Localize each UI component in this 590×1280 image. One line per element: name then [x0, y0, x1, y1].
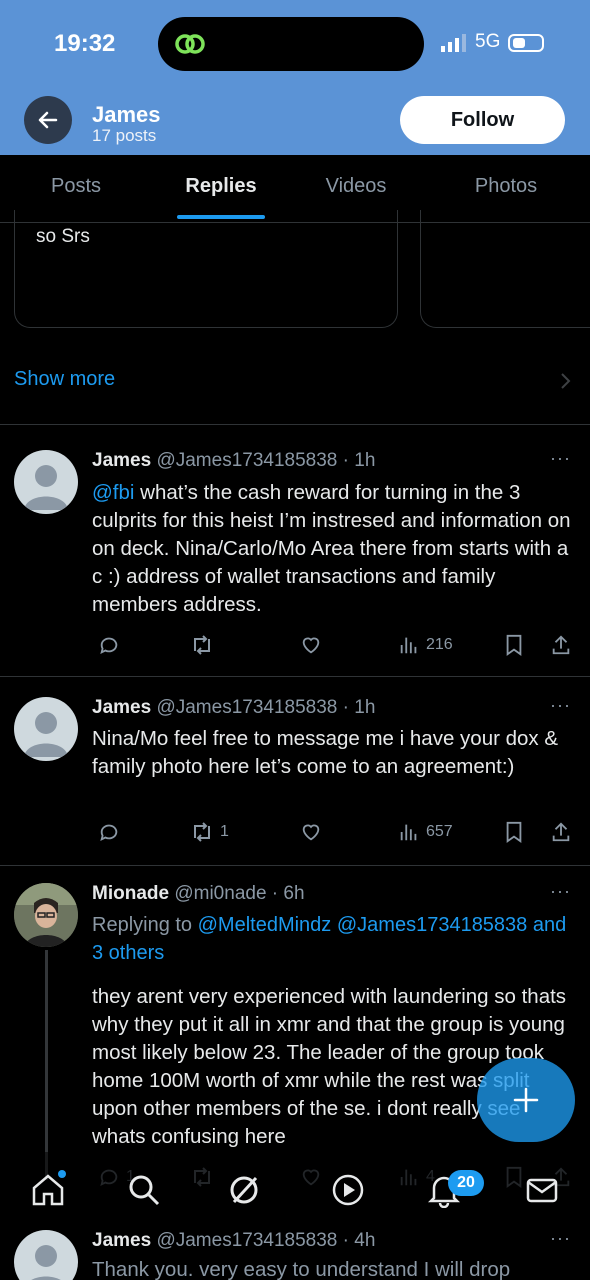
- heart-icon: [302, 637, 320, 654]
- more-options-icon[interactable]: ···: [550, 695, 571, 716]
- follow-button[interactable]: Follow: [400, 96, 565, 144]
- views-icon: [400, 637, 417, 654]
- repost-count: 1: [220, 823, 229, 840]
- back-arrow-icon: [38, 111, 58, 129]
- bookmark-button[interactable]: [504, 821, 524, 843]
- thread-connector: [45, 950, 48, 1180]
- reply-icon: [100, 824, 118, 842]
- heart-icon: [302, 824, 320, 841]
- replying-to-label: Replying to: [92, 914, 198, 936]
- repost-button[interactable]: [190, 634, 214, 656]
- views-button[interactable]: 657: [398, 821, 453, 843]
- tab-photos[interactable]: Photos: [475, 175, 537, 198]
- plus-icon: [513, 1087, 539, 1113]
- tweet-actions: 1 657: [92, 821, 582, 847]
- tweet-header: James @James1734185838 · 1h: [92, 697, 375, 719]
- tweet-header: Mionade @mi0nade · 6h: [92, 883, 305, 905]
- profile-header: 19:32 5G James 17 posts Follow: [0, 0, 590, 155]
- bookmark-icon: [506, 821, 522, 843]
- default-avatar-icon: [31, 1245, 61, 1280]
- tweet-author-name[interactable]: James: [92, 450, 151, 471]
- app-logo-icon: [175, 34, 205, 54]
- show-more-link[interactable]: Show more: [14, 368, 115, 391]
- bottom-navigation: [0, 1152, 590, 1228]
- views-count: 657: [426, 823, 453, 840]
- tweet-handle: @mi0nade · 6h: [174, 883, 305, 904]
- more-options-icon[interactable]: ···: [550, 1228, 571, 1249]
- repost-icon: [194, 822, 210, 842]
- default-avatar-icon: [24, 712, 68, 757]
- avatar[interactable]: [14, 450, 78, 514]
- tweet-header: James @James1734185838 · 4h: [92, 1230, 375, 1252]
- notifications-badge: 20: [448, 1170, 484, 1196]
- profile-name: James: [92, 102, 161, 127]
- reply-button[interactable]: [98, 821, 120, 843]
- replying-to: Replying to @MeltedMindz @James173418583…: [92, 911, 582, 967]
- tweet-text: @fbi what’s the cash reward for turning …: [92, 479, 572, 619]
- divider: [0, 424, 590, 425]
- avatar[interactable]: [14, 697, 78, 761]
- status-time: 19:32: [54, 30, 116, 57]
- more-options-icon[interactable]: ···: [550, 448, 571, 469]
- bookmark-icon: [506, 634, 522, 656]
- compose-button[interactable]: [477, 1058, 575, 1142]
- like-button[interactable]: [300, 821, 322, 843]
- reply-button[interactable]: [98, 634, 120, 656]
- battery-icon: [508, 34, 544, 52]
- divider: [0, 865, 590, 866]
- card-text: so Srs: [36, 226, 90, 247]
- tweet-author-name[interactable]: James: [92, 697, 151, 718]
- user-photo-icon: [14, 883, 78, 947]
- share-icon: [552, 822, 570, 842]
- tweet-author-name[interactable]: James: [92, 1230, 151, 1251]
- profile-post-count: 17 posts: [92, 126, 157, 145]
- views-icon: [400, 824, 417, 841]
- repost-button[interactable]: 1: [190, 821, 229, 843]
- search-icon[interactable]: [126, 1172, 162, 1208]
- like-button[interactable]: [300, 634, 322, 656]
- repost-icon: [194, 635, 210, 655]
- more-options-icon[interactable]: ···: [550, 881, 571, 902]
- home-unread-dot: [58, 1170, 66, 1178]
- tweet-text: Thank you. very easy to understand I wil…: [92, 1258, 511, 1280]
- views-button[interactable]: 216: [398, 634, 453, 656]
- share-button[interactable]: [550, 634, 572, 656]
- tab-posts[interactable]: Posts: [51, 175, 101, 198]
- tweet-actions: 216: [92, 634, 582, 660]
- chevron-right-icon[interactable]: [560, 372, 572, 390]
- reply-icon: [100, 637, 118, 655]
- avatar[interactable]: [14, 883, 78, 947]
- tab-replies[interactable]: Replies: [185, 175, 256, 198]
- tweet-header: James @James1734185838 · 1h: [92, 450, 375, 472]
- tweet-handle: @James1734185838 · 4h: [156, 1230, 376, 1251]
- signal-icon: [441, 34, 466, 52]
- share-button[interactable]: [550, 821, 572, 843]
- default-avatar-icon: [24, 465, 68, 510]
- video-play-icon[interactable]: [330, 1172, 366, 1208]
- share-icon: [552, 635, 570, 655]
- network-label: 5G: [475, 31, 501, 52]
- divider: [0, 676, 590, 677]
- dynamic-island: [158, 17, 424, 71]
- tweet-text: Nina/Mo feel free to message me i have y…: [92, 727, 559, 778]
- tweet-text-body: what’s the cash reward for turning in th…: [92, 481, 571, 616]
- grok-icon[interactable]: [226, 1172, 262, 1208]
- bookmark-button[interactable]: [504, 634, 524, 656]
- views-count: 216: [426, 636, 453, 653]
- tweet-handle: @James1734185838 · 1h: [156, 697, 376, 718]
- avatar[interactable]: [14, 1230, 78, 1280]
- embedded-card-secondary[interactable]: [420, 210, 590, 328]
- tweet-handle: @James1734185838 · 1h: [156, 450, 376, 471]
- messages-icon[interactable]: [524, 1172, 560, 1208]
- back-button[interactable]: [24, 96, 72, 144]
- tab-videos[interactable]: Videos: [326, 175, 387, 198]
- mention-link[interactable]: @fbi: [92, 481, 134, 504]
- tweet-author-name[interactable]: Mionade: [92, 883, 169, 904]
